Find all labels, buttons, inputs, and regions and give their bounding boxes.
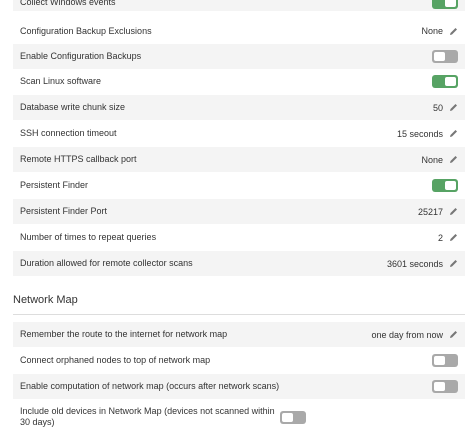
setting-label: Collect Windows events	[20, 0, 116, 7]
setting-label: Configuration Backup Exclusions	[20, 25, 152, 36]
setting-row-remote-https-callback-port: Remote HTTPS callback port None	[13, 147, 465, 172]
pencil-icon[interactable]	[449, 103, 458, 112]
setting-label: Persistent Finder	[20, 180, 89, 190]
toggle-knob	[434, 52, 445, 61]
setting-row-remember-route-to-internet: Remember the route to the internet for n…	[13, 322, 465, 347]
persistent-finder-toggle[interactable]	[432, 179, 458, 192]
include-old-devices-toggle[interactable]	[280, 410, 306, 424]
setting-row-scan-linux-software: Scan Linux software	[13, 69, 465, 94]
setting-row-database-write-chunk-size: Database write chunk size 50	[13, 95, 465, 120]
pencil-icon[interactable]	[449, 330, 458, 339]
setting-label: Remember the route to the internet for n…	[20, 329, 228, 339]
setting-label: Scan Linux software	[20, 76, 102, 86]
setting-value: 25217	[417, 206, 443, 217]
setting-row-collect-windows-events: Collect Windows events	[13, 0, 465, 11]
setting-row-number-of-times-to-repeat-queries: Number of times to repeat queries 2	[13, 225, 465, 250]
setting-label: Enable Configuration Backups	[20, 51, 142, 61]
enable-network-map-computation-toggle[interactable]	[432, 380, 458, 393]
setting-label: Persistent Finder Port	[20, 206, 108, 216]
setting-row-persistent-finder: Persistent Finder	[13, 173, 465, 198]
collect-windows-events-toggle[interactable]	[432, 0, 458, 9]
setting-value: one day from now	[371, 329, 443, 340]
setting-row-configuration-backup-exclusions: Configuration Backup Exclusions None	[13, 19, 465, 43]
connect-orphaned-nodes-toggle[interactable]	[432, 354, 458, 367]
setting-row-ssh-connection-timeout: SSH connection timeout 15 seconds	[13, 121, 465, 146]
setting-label: Database write chunk size	[20, 102, 126, 112]
scan-linux-software-toggle[interactable]	[432, 75, 458, 88]
setting-label: Enable computation of network map (occur…	[20, 381, 280, 391]
pencil-icon[interactable]	[449, 233, 458, 242]
setting-label: SSH connection timeout	[20, 128, 117, 138]
setting-value: None	[421, 154, 443, 165]
setting-label: Connect orphaned nodes to top of network…	[20, 355, 211, 365]
toggle-knob	[445, 181, 456, 190]
network-map-section-title: Network Map	[13, 294, 78, 306]
setting-row-enable-computation-of-network-map: Enable computation of network map (occur…	[13, 374, 465, 399]
pencil-icon[interactable]	[449, 129, 458, 138]
pencil-icon[interactable]	[449, 155, 458, 164]
setting-value: 50	[432, 102, 443, 113]
setting-label: Duration allowed for remote collector sc…	[20, 258, 193, 268]
setting-value: 3601 seconds	[386, 258, 443, 269]
toggle-knob	[434, 356, 445, 365]
section-divider	[13, 314, 465, 315]
toggle-knob	[282, 412, 293, 422]
enable-configuration-backups-toggle[interactable]	[432, 50, 458, 63]
pencil-icon[interactable]	[449, 259, 458, 268]
setting-value: 2	[437, 232, 443, 243]
pencil-icon[interactable]	[449, 207, 458, 216]
setting-row-include-old-devices: Include old devices in Network Map (devi…	[13, 400, 465, 434]
setting-value: None	[421, 26, 443, 36]
toggle-knob	[445, 77, 456, 86]
pencil-icon[interactable]	[449, 27, 458, 36]
setting-label: Number of times to repeat queries	[20, 232, 157, 242]
setting-value: 15 seconds	[396, 128, 443, 139]
settings-page: Collect Windows events Configuration Bac…	[0, 0, 474, 437]
toggle-knob	[445, 0, 456, 7]
setting-row-enable-configuration-backups: Enable Configuration Backups	[13, 44, 465, 69]
setting-label: Remote HTTPS callback port	[20, 154, 137, 164]
setting-row-duration-allowed-for-remote-collector-scans: Duration allowed for remote collector sc…	[13, 251, 465, 276]
setting-row-persistent-finder-port: Persistent Finder Port 25217	[13, 199, 465, 224]
setting-label: Include old devices in Network Map (devi…	[20, 406, 275, 427]
setting-row-connect-orphaned-nodes: Connect orphaned nodes to top of network…	[13, 348, 465, 373]
toggle-knob	[434, 382, 445, 391]
